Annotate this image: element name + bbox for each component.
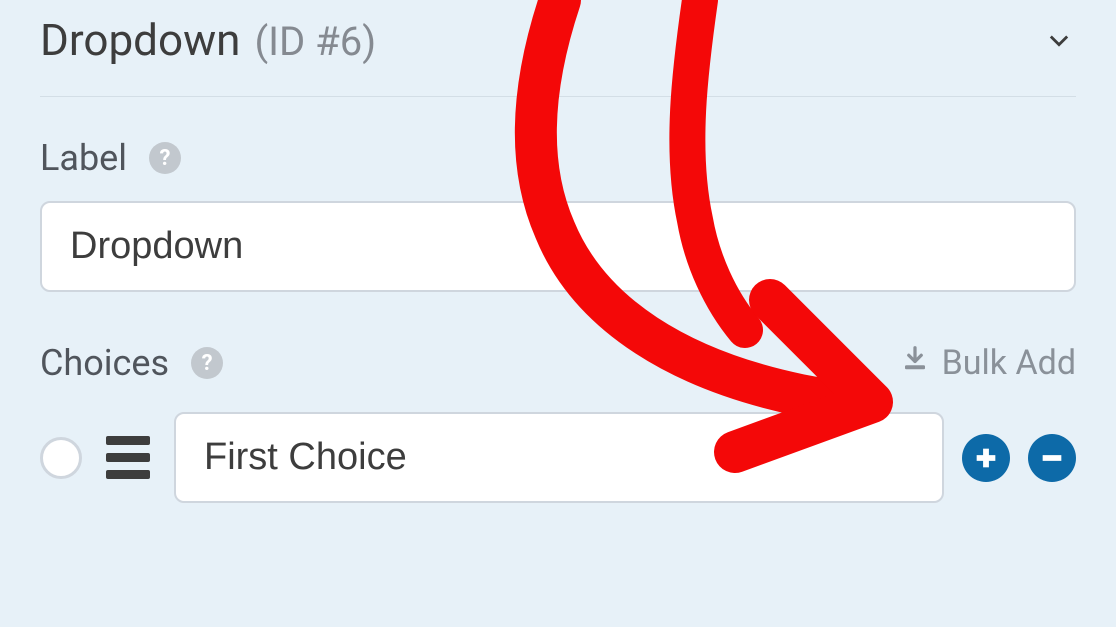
panel-header[interactable]: Dropdown (ID #6) [40,0,1076,97]
add-choice-button[interactable] [962,434,1010,482]
field-settings-panel: Dropdown (ID #6) Label ? Choices ? Bulk … [0,0,1116,503]
field-type-name: Dropdown [40,14,240,66]
panel-title: Dropdown (ID #6) [40,14,376,66]
help-icon[interactable]: ? [149,142,181,174]
choices-section-heading: Choices ? Bulk Add [40,342,1076,384]
label-section-heading: Label ? [40,137,1076,179]
bulk-add-label: Bulk Add [942,343,1076,383]
choice-input[interactable] [174,412,944,503]
remove-choice-button[interactable] [1028,434,1076,482]
field-id: (ID #6) [254,18,376,65]
bulk-add-button[interactable]: Bulk Add [900,343,1076,383]
drag-handle-icon[interactable] [100,436,156,479]
label-input[interactable] [40,201,1076,292]
chevron-down-icon[interactable] [1042,23,1076,57]
help-icon[interactable]: ? [191,347,223,379]
default-choice-radio[interactable] [40,437,82,479]
label-heading-text: Label [40,137,127,179]
download-icon [900,343,930,383]
choices-heading-text: Choices [40,342,169,384]
choice-row [40,412,1076,503]
